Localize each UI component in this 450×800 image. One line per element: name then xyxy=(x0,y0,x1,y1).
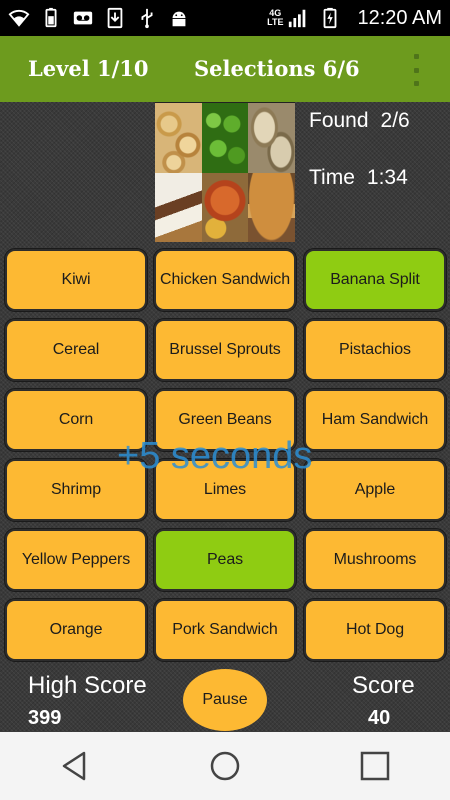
food-collage xyxy=(155,102,295,242)
food-button-yellow-peppers[interactable]: Yellow Peppers xyxy=(5,529,147,591)
food-button-green-beans[interactable]: Green Beans xyxy=(154,389,296,451)
found-label: Found xyxy=(309,109,369,132)
food-button-banana-split[interactable]: Banana Split xyxy=(304,249,446,311)
score-value: 40 xyxy=(368,707,391,729)
food-button-apple[interactable]: Apple xyxy=(304,459,446,521)
food-button-corn[interactable]: Corn xyxy=(5,389,147,451)
food-button-ham-sandwich[interactable]: Ham Sandwich xyxy=(304,389,446,451)
clock: 12:20 AM xyxy=(357,6,442,29)
back-icon[interactable] xyxy=(45,736,105,796)
network-type: 4G LTE xyxy=(267,8,284,27)
food-button-pork-sandwich[interactable]: Pork Sandwich xyxy=(154,599,296,661)
recents-icon[interactable] xyxy=(345,736,405,796)
food-button-mushrooms[interactable]: Mushrooms xyxy=(304,529,446,591)
found-value: 2/6 xyxy=(380,109,410,132)
food-button-brussel-sprouts[interactable]: Brussel Sprouts xyxy=(154,319,296,381)
food-button-chicken-sandwich[interactable]: Chicken Sandwich xyxy=(154,249,296,311)
food-button-limes[interactable]: Limes xyxy=(154,459,296,521)
app-bar: Level 1/10 Selections 6/6 xyxy=(0,36,450,102)
status-bar: 4G LTE 12:20 AM xyxy=(0,0,450,36)
voicemail-icon xyxy=(72,7,94,29)
time-value: 1:34 xyxy=(366,166,408,189)
food-button-kiwi[interactable]: Kiwi xyxy=(5,249,147,311)
wifi-icon xyxy=(8,7,30,29)
system-nav-bar xyxy=(0,732,450,800)
peas-image xyxy=(201,103,249,173)
chicken-sandwich-image xyxy=(248,172,295,242)
ham-sandwich-image xyxy=(201,172,249,242)
food-button-peas[interactable]: Peas xyxy=(154,529,296,591)
pause-button[interactable]: Pause xyxy=(183,669,267,731)
download-icon xyxy=(104,7,126,29)
food-button-cereal[interactable]: Cereal xyxy=(5,319,147,381)
high-score-label: High Score xyxy=(28,672,147,699)
banana-split-image xyxy=(155,172,202,242)
selections-indicator: Selections 6/6 xyxy=(194,56,360,81)
battery-small-icon xyxy=(40,7,62,29)
usb-icon xyxy=(136,7,158,29)
food-button-orange[interactable]: Orange xyxy=(5,599,147,661)
time-label: Time xyxy=(309,166,355,189)
cereal-image xyxy=(155,103,202,173)
game-board: Found 2/6 Time 1:34 Kiwi Chicken Sandwich … xyxy=(0,102,450,732)
time-counter: Time 1:34 xyxy=(309,166,408,190)
food-button-pistachios[interactable]: Pistachios xyxy=(304,319,446,381)
high-score-value: 399 xyxy=(28,707,62,729)
battery-charging-icon xyxy=(319,7,341,29)
level-indicator: Level 1/10 xyxy=(28,56,149,81)
overflow-menu-icon[interactable] xyxy=(412,54,420,86)
pistachios-image xyxy=(248,103,295,173)
score-label: Score xyxy=(352,672,415,699)
signal-icon xyxy=(287,7,309,29)
android-debug-icon xyxy=(168,7,190,29)
home-icon[interactable] xyxy=(195,736,255,796)
found-counter: Found 2/6 xyxy=(309,109,410,133)
food-button-shrimp[interactable]: Shrimp xyxy=(5,459,147,521)
food-button-hot-dog[interactable]: Hot Dog xyxy=(304,599,446,661)
